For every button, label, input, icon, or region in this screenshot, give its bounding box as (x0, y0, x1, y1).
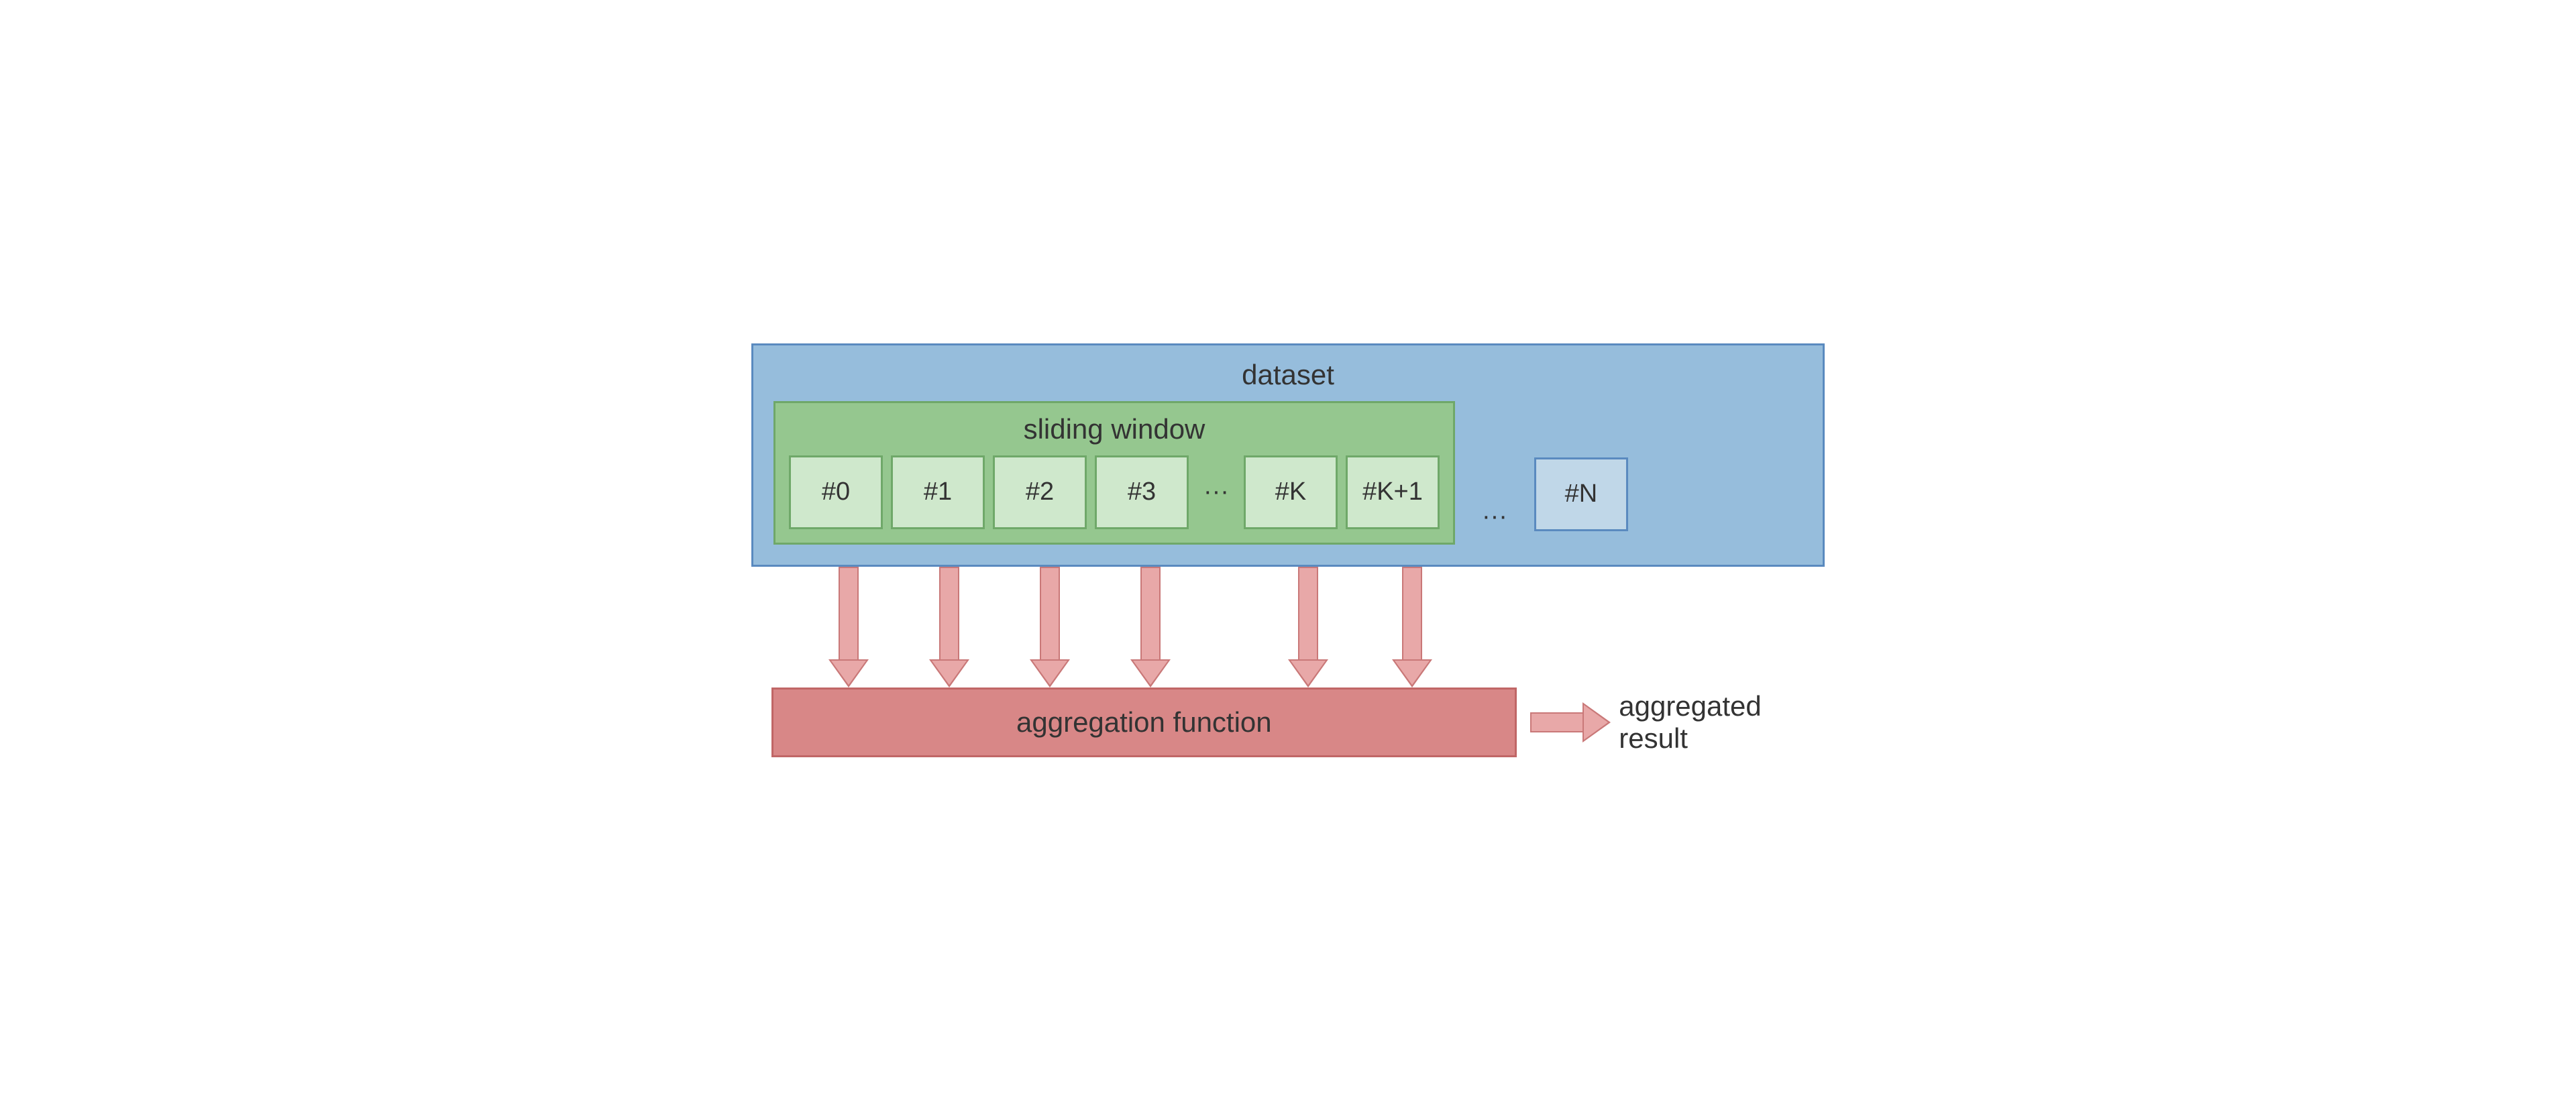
aggregation-box: aggregation function (771, 688, 1517, 757)
sliding-window-label: sliding window (789, 413, 1440, 445)
ellipsis: ··· (1197, 478, 1236, 506)
result-label: aggregated result (1619, 690, 1825, 755)
window-item-row: #0 #1 #2 #3 ··· #K #K+1 (789, 455, 1440, 529)
window-item: #K+1 (1346, 455, 1440, 529)
arrow-down-icon (929, 567, 969, 688)
result-row: aggregation function aggregated result (751, 688, 1825, 757)
arrow-down-icon (1030, 567, 1070, 688)
window-item: #1 (891, 455, 985, 529)
arrow-down-icon (1288, 567, 1328, 688)
window-item: #2 (993, 455, 1087, 529)
dataset-label: dataset (773, 359, 1803, 391)
arrows-row (792, 567, 1825, 688)
window-item: #K (1244, 455, 1338, 529)
ellipsis: ··· (1475, 502, 1514, 531)
arrow-down-icon (1392, 567, 1432, 688)
dataset-box: dataset sliding window #0 #1 #2 #3 ··· #… (751, 343, 1825, 567)
sliding-window-box: sliding window #0 #1 #2 #3 ··· #K #K+1 (773, 401, 1455, 545)
arrow-right-icon (1530, 702, 1606, 742)
dataset-content: sliding window #0 #1 #2 #3 ··· #K #K+1 ·… (773, 401, 1803, 545)
dataset-last-item: #N (1534, 457, 1628, 531)
window-item: #0 (789, 455, 883, 529)
window-item: #3 (1095, 455, 1189, 529)
outside-items: ··· #N (1475, 401, 1628, 545)
sliding-window-diagram: dataset sliding window #0 #1 #2 #3 ··· #… (751, 343, 1825, 757)
arrow-down-icon (1130, 567, 1171, 688)
arrow-down-icon (828, 567, 869, 688)
